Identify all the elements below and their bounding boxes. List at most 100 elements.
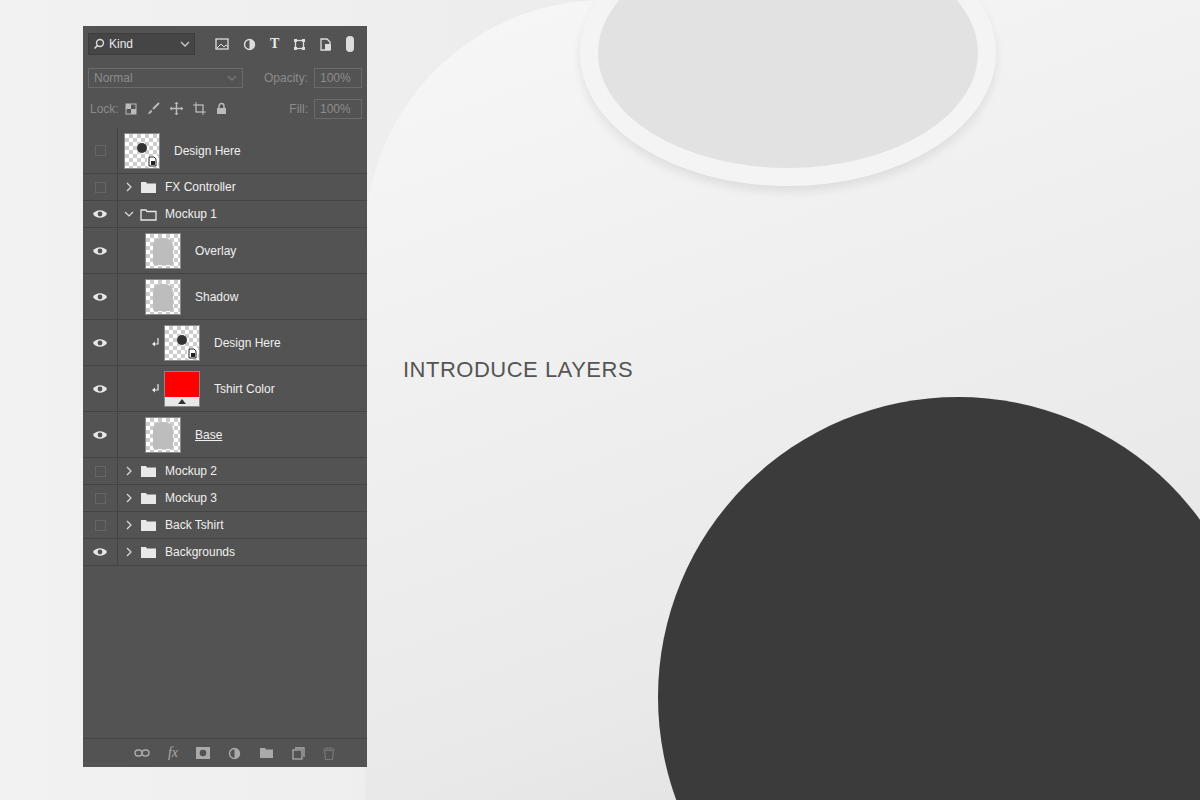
layer-name: Tshirt Color <box>214 382 275 396</box>
trash-icon[interactable] <box>323 747 335 760</box>
fill-field[interactable]: 100% <box>314 99 362 119</box>
layer-row[interactable]: Backgrounds <box>83 539 367 566</box>
visibility-toggle[interactable] <box>83 128 118 173</box>
eye-icon <box>92 384 108 394</box>
folder-icon <box>140 465 157 478</box>
visibility-toggle[interactable] <box>83 512 118 538</box>
layer-row[interactable]: Shadow <box>83 274 367 320</box>
visibility-toggle[interactable] <box>83 458 118 484</box>
layer-thumbnail <box>145 233 181 269</box>
chevron-right-icon[interactable] <box>124 466 134 476</box>
fx-button[interactable]: fx <box>168 745 178 761</box>
visibility-toggle[interactable] <box>83 320 118 365</box>
blend-row: NormalOpacity:100% <box>83 62 367 93</box>
caption: INTRODUCE LAYERS <box>403 357 633 383</box>
lock-brush-icon[interactable] <box>147 102 160 115</box>
visibility-toggle[interactable] <box>83 228 118 273</box>
design-thumbnail-icon <box>137 143 147 153</box>
type-filter-icon[interactable]: T <box>270 36 279 52</box>
eye-icon <box>92 338 108 348</box>
layer-row[interactable]: Mockup 1 <box>83 201 367 228</box>
filter-row: Kind T <box>83 26 367 62</box>
visibility-toggle[interactable] <box>83 174 118 200</box>
layer-list: Design Here FX Controller Mockup 1 Overlay S… <box>83 128 367 566</box>
adjustment-icon[interactable] <box>228 747 241 760</box>
dropdown-chevron-icon <box>227 75 237 81</box>
search-icon <box>93 38 105 50</box>
hidden-box <box>95 493 106 504</box>
fill-label: Fill: <box>289 102 308 116</box>
layer-row[interactable]: Design Here <box>83 128 367 174</box>
lock-move-icon[interactable] <box>170 102 183 115</box>
layer-name: Backgrounds <box>165 545 235 559</box>
link-icon[interactable] <box>134 748 150 758</box>
opacity-field[interactable]: 100% <box>314 68 362 88</box>
new-layer-icon[interactable] <box>292 747 305 760</box>
layer-name: Mockup 2 <box>165 464 217 478</box>
screen: INTRODUCE LAYERSKindTNormalOpacity:100%L… <box>0 0 1200 800</box>
chevron-right-icon[interactable] <box>124 547 134 557</box>
dropdown-chevron-icon <box>355 106 356 111</box>
visibility-toggle[interactable] <box>83 201 118 227</box>
layer-name: Mockup 1 <box>165 207 217 221</box>
shirt-thumbnail-icon <box>153 238 173 265</box>
smart-object-badge-icon <box>147 156 158 167</box>
layers-panel: Kind T NormalOpacity:100% Lock: Fill: 100% Des… <box>83 26 367 767</box>
eye-icon <box>92 246 108 256</box>
lock-row: Lock: Fill: 100% <box>83 93 367 124</box>
layer-name: Design Here <box>214 336 281 350</box>
layer-row[interactable]: Base <box>83 412 367 458</box>
clip-arrow-icon <box>152 338 160 348</box>
hidden-box <box>95 466 106 477</box>
layer-name: Mockup 3 <box>165 491 217 505</box>
fill-thumbnail <box>164 371 200 407</box>
hidden-box <box>95 520 106 531</box>
visibility-toggle[interactable] <box>83 412 118 457</box>
shirt-thumbnail-icon <box>153 284 173 311</box>
adjustment-filter-icon[interactable] <box>243 38 256 51</box>
filter-toggle[interactable] <box>346 36 354 52</box>
panel-toolbar: fx <box>83 738 367 767</box>
design-thumbnail-icon <box>177 335 187 345</box>
folder-icon <box>140 492 157 505</box>
layer-thumbnail <box>164 325 200 361</box>
hidden-box <box>95 145 106 156</box>
eye-icon <box>92 292 108 302</box>
layer-row[interactable]: Back Tshirt <box>83 512 367 539</box>
layer-name: FX Controller <box>165 180 236 194</box>
visibility-toggle[interactable] <box>83 485 118 511</box>
lock-all-icon[interactable] <box>216 102 227 115</box>
visibility-toggle[interactable] <box>83 274 118 319</box>
layer-row[interactable]: Overlay <box>83 228 367 274</box>
chevron-right-icon[interactable] <box>124 493 134 503</box>
blend-mode-dropdown[interactable]: Normal <box>88 68 243 88</box>
lock-label: Lock: <box>90 102 119 116</box>
dropdown-chevron-icon <box>355 75 356 80</box>
visibility-toggle[interactable] <box>83 366 118 411</box>
lock-artboard-icon[interactable] <box>193 102 206 115</box>
lock-transparency-icon[interactable] <box>125 103 137 115</box>
new-group-icon[interactable] <box>259 747 274 759</box>
layer-row[interactable]: FX Controller <box>83 174 367 201</box>
chevron-right-icon[interactable] <box>124 520 134 530</box>
smart-filter-icon[interactable] <box>320 38 332 51</box>
layer-name: Base <box>195 428 222 442</box>
mask-icon[interactable] <box>196 747 210 759</box>
layer-thumbnail <box>124 133 160 169</box>
layer-row[interactable]: Mockup 2 <box>83 458 367 485</box>
visibility-toggle[interactable] <box>83 539 118 565</box>
chevron-right-icon[interactable] <box>124 182 134 192</box>
shape-filter-icon[interactable] <box>293 38 306 51</box>
smart-object-badge-icon <box>187 348 198 359</box>
layer-thumbnail <box>145 279 181 315</box>
chevron-down-icon[interactable] <box>124 209 134 219</box>
layer-row[interactable]: Mockup 3 <box>83 485 367 512</box>
layer-row[interactable]: Tshirt Color <box>83 366 367 412</box>
eye-icon <box>92 547 108 557</box>
pixel-filter-icon[interactable] <box>215 38 229 50</box>
clip-arrow-icon <box>152 384 160 394</box>
layer-name: Overlay <box>195 244 236 258</box>
kind-dropdown[interactable]: Kind <box>88 33 195 55</box>
layer-row[interactable]: Design Here <box>83 320 367 366</box>
layer-name: Design Here <box>174 144 241 158</box>
